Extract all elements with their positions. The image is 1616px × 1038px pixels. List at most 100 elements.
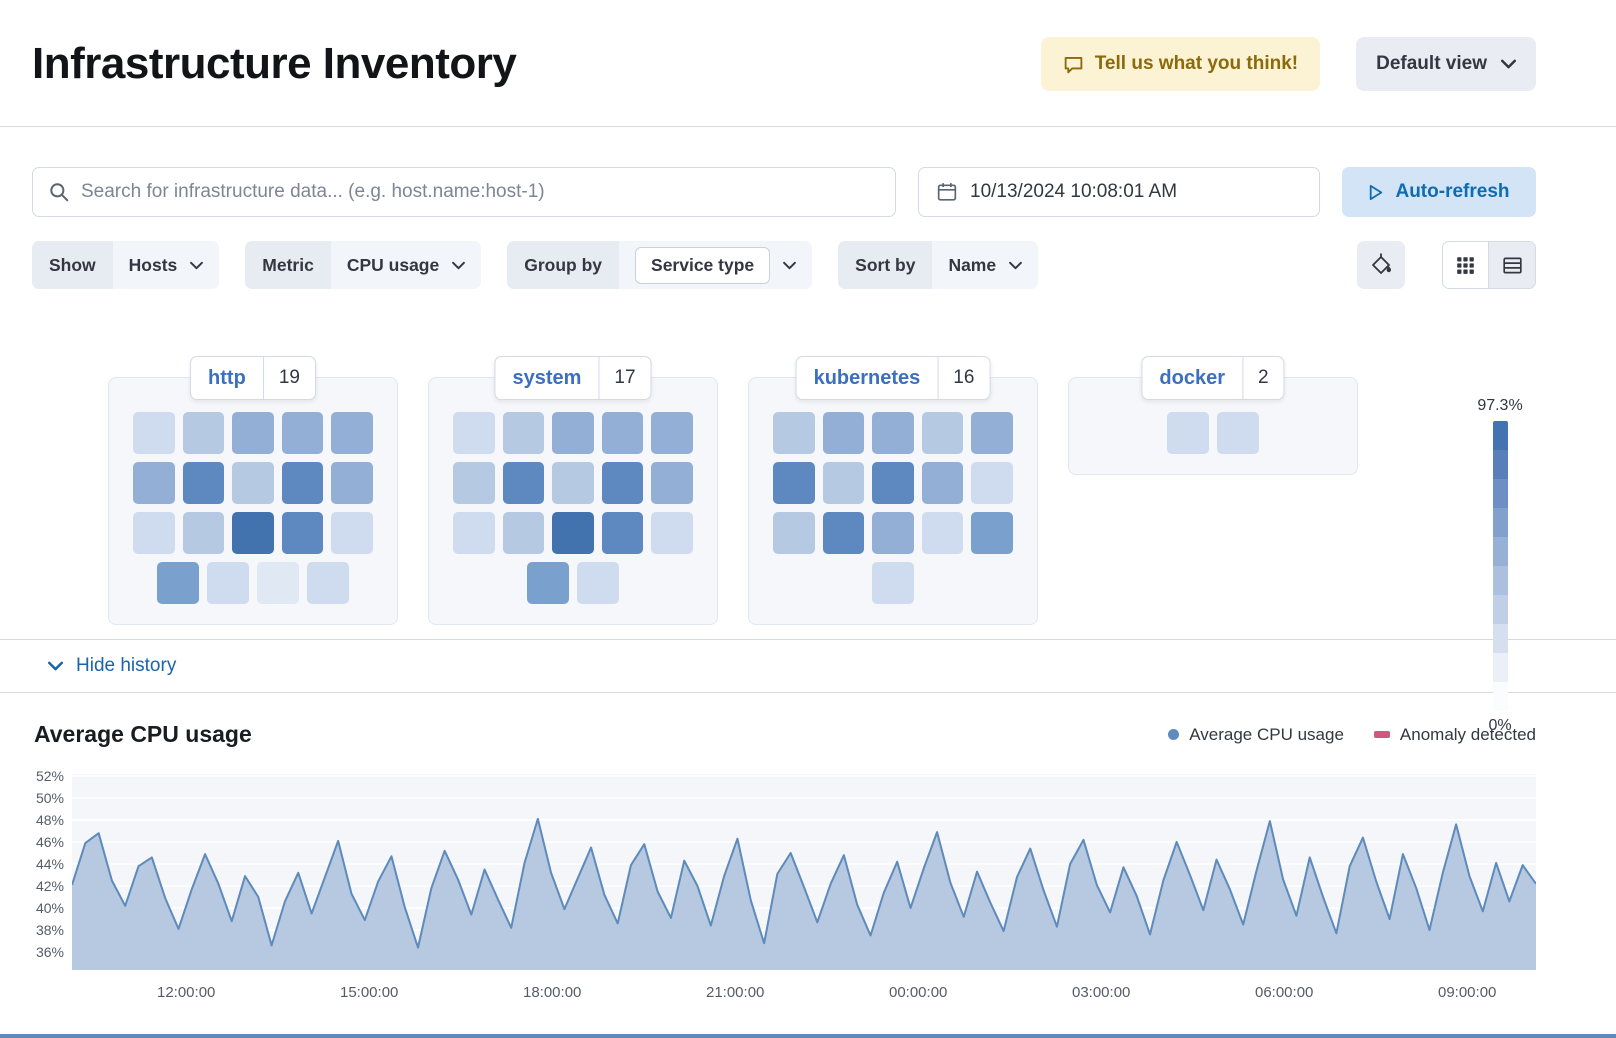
legend-gradient-bar[interactable]	[1493, 421, 1508, 711]
group-label-badge[interactable]: docker2	[1141, 356, 1284, 400]
legend-label: Anomaly detected	[1400, 725, 1536, 745]
show-filter-value: Hosts	[129, 255, 178, 276]
feedback-button[interactable]: Tell us what you think!	[1041, 37, 1320, 91]
group-label-badge[interactable]: http19	[190, 356, 316, 400]
x-axis-tick: 06:00:00	[1255, 984, 1313, 1001]
host-node[interactable]	[282, 512, 324, 554]
host-node[interactable]	[651, 512, 693, 554]
group-by-filter[interactable]: Group by Service type	[507, 241, 812, 289]
host-node[interactable]	[872, 562, 914, 604]
host-node[interactable]	[552, 462, 594, 504]
host-node[interactable]	[282, 462, 324, 504]
host-node[interactable]	[872, 512, 914, 554]
host-node[interactable]	[133, 462, 175, 504]
host-node[interactable]	[922, 512, 964, 554]
host-node[interactable]	[602, 462, 644, 504]
host-node[interactable]	[1217, 412, 1259, 454]
sort-by-filter-value: Name	[948, 255, 996, 276]
host-node[interactable]	[773, 462, 815, 504]
group-name[interactable]: docker	[1142, 367, 1242, 390]
host-node[interactable]	[971, 512, 1013, 554]
host-node[interactable]	[232, 512, 274, 554]
auto-refresh-button[interactable]: Auto-refresh	[1342, 167, 1536, 217]
host-node[interactable]	[183, 462, 225, 504]
y-axis-tick: 42%	[36, 878, 64, 894]
group-label-badge[interactable]: kubernetes16	[796, 356, 991, 400]
legend-item[interactable]: Anomaly detected	[1374, 725, 1536, 745]
sort-by-filter[interactable]: Sort by Name	[838, 241, 1038, 289]
host-node[interactable]	[872, 462, 914, 504]
host-node[interactable]	[207, 562, 249, 604]
view-options	[1357, 241, 1536, 289]
host-node[interactable]	[331, 512, 373, 554]
group-by-filter-value[interactable]: Service type	[635, 247, 770, 284]
host-node[interactable]	[503, 412, 545, 454]
speech-bubble-icon	[1063, 54, 1084, 75]
group-count: 19	[263, 357, 315, 399]
host-node[interactable]	[331, 412, 373, 454]
search-box	[32, 167, 896, 217]
date-picker[interactable]: 10/13/2024 10:08:01 AM	[918, 167, 1320, 217]
host-node[interactable]	[232, 462, 274, 504]
host-node[interactable]	[773, 512, 815, 554]
host-node[interactable]	[453, 462, 495, 504]
host-node[interactable]	[133, 512, 175, 554]
host-node[interactable]	[552, 412, 594, 454]
host-node[interactable]	[527, 562, 569, 604]
legend-item[interactable]: Average CPU usage	[1168, 725, 1344, 745]
filters-row: Show Hosts Metric CPU usage Group by Ser…	[32, 241, 1536, 289]
group-count: 16	[937, 357, 989, 399]
history-toggle[interactable]: Hide history	[0, 639, 1616, 693]
view-selector-button[interactable]: Default view	[1356, 37, 1536, 91]
host-node[interactable]	[307, 562, 349, 604]
group-name[interactable]: system	[495, 367, 598, 390]
host-node[interactable]	[773, 412, 815, 454]
host-node[interactable]	[183, 412, 225, 454]
grid-view-icon	[1456, 256, 1475, 275]
legend-options-button[interactable]	[1357, 241, 1405, 289]
host-node[interactable]	[503, 512, 545, 554]
host-node[interactable]	[183, 512, 225, 554]
host-node[interactable]	[651, 462, 693, 504]
search-input[interactable]	[81, 181, 880, 203]
host-node[interactable]	[232, 412, 274, 454]
show-filter[interactable]: Show Hosts	[32, 241, 219, 289]
host-node[interactable]	[823, 462, 865, 504]
host-node[interactable]	[602, 512, 644, 554]
host-node[interactable]	[503, 462, 545, 504]
host-node[interactable]	[823, 512, 865, 554]
y-axis-tick: 46%	[36, 834, 64, 850]
host-node[interactable]	[872, 412, 914, 454]
host-node[interactable]	[577, 562, 619, 604]
host-node[interactable]	[453, 412, 495, 454]
host-node[interactable]	[133, 412, 175, 454]
host-node[interactable]	[552, 512, 594, 554]
host-node[interactable]	[823, 412, 865, 454]
host-node[interactable]	[257, 562, 299, 604]
host-node[interactable]	[453, 512, 495, 554]
host-node[interactable]	[651, 412, 693, 454]
table-view-button[interactable]	[1489, 242, 1535, 288]
chart-plot[interactable]	[72, 774, 1536, 970]
host-node[interactable]	[971, 462, 1013, 504]
group-label-badge[interactable]: system17	[494, 356, 651, 400]
x-axis-tick: 15:00:00	[340, 984, 398, 1001]
host-node[interactable]	[331, 462, 373, 504]
waffle-group-kubernetes: kubernetes16	[748, 377, 1038, 625]
group-name[interactable]: http	[191, 367, 263, 390]
host-node[interactable]	[602, 412, 644, 454]
host-node[interactable]	[282, 412, 324, 454]
chevron-down-icon	[190, 261, 203, 270]
waffle-map: http19system17kubernetes16docker2 97.3% …	[0, 289, 1616, 639]
host-node[interactable]	[971, 412, 1013, 454]
host-node[interactable]	[1167, 412, 1209, 454]
group-name[interactable]: kubernetes	[797, 367, 938, 390]
host-node[interactable]	[922, 412, 964, 454]
group-by-filter-label: Group by	[507, 241, 619, 289]
host-node[interactable]	[922, 462, 964, 504]
page-title: Infrastructure Inventory	[32, 39, 516, 89]
metric-filter[interactable]: Metric CPU usage	[245, 241, 481, 289]
grid-view-button[interactable]	[1443, 242, 1489, 288]
chart-area: 52%50%48%46%44%42%40%38%36%	[32, 774, 1536, 970]
host-node[interactable]	[157, 562, 199, 604]
